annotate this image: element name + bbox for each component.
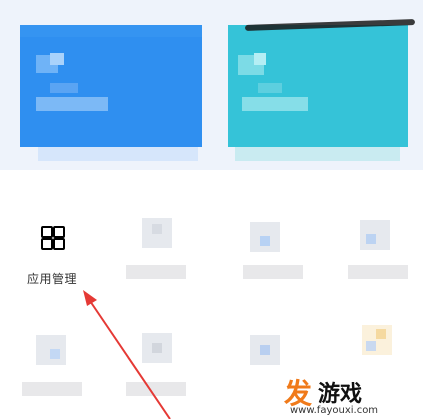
watermark-brand-rest: 游戏 [318,382,363,407]
arrow-shaft [87,297,171,419]
red-arrow-annotation [83,290,171,419]
arrow-head [83,290,97,306]
site-watermark: 发 游戏 www.fayouxi.com [282,372,422,418]
watermark-url: www.fayouxi.com [290,405,379,416]
